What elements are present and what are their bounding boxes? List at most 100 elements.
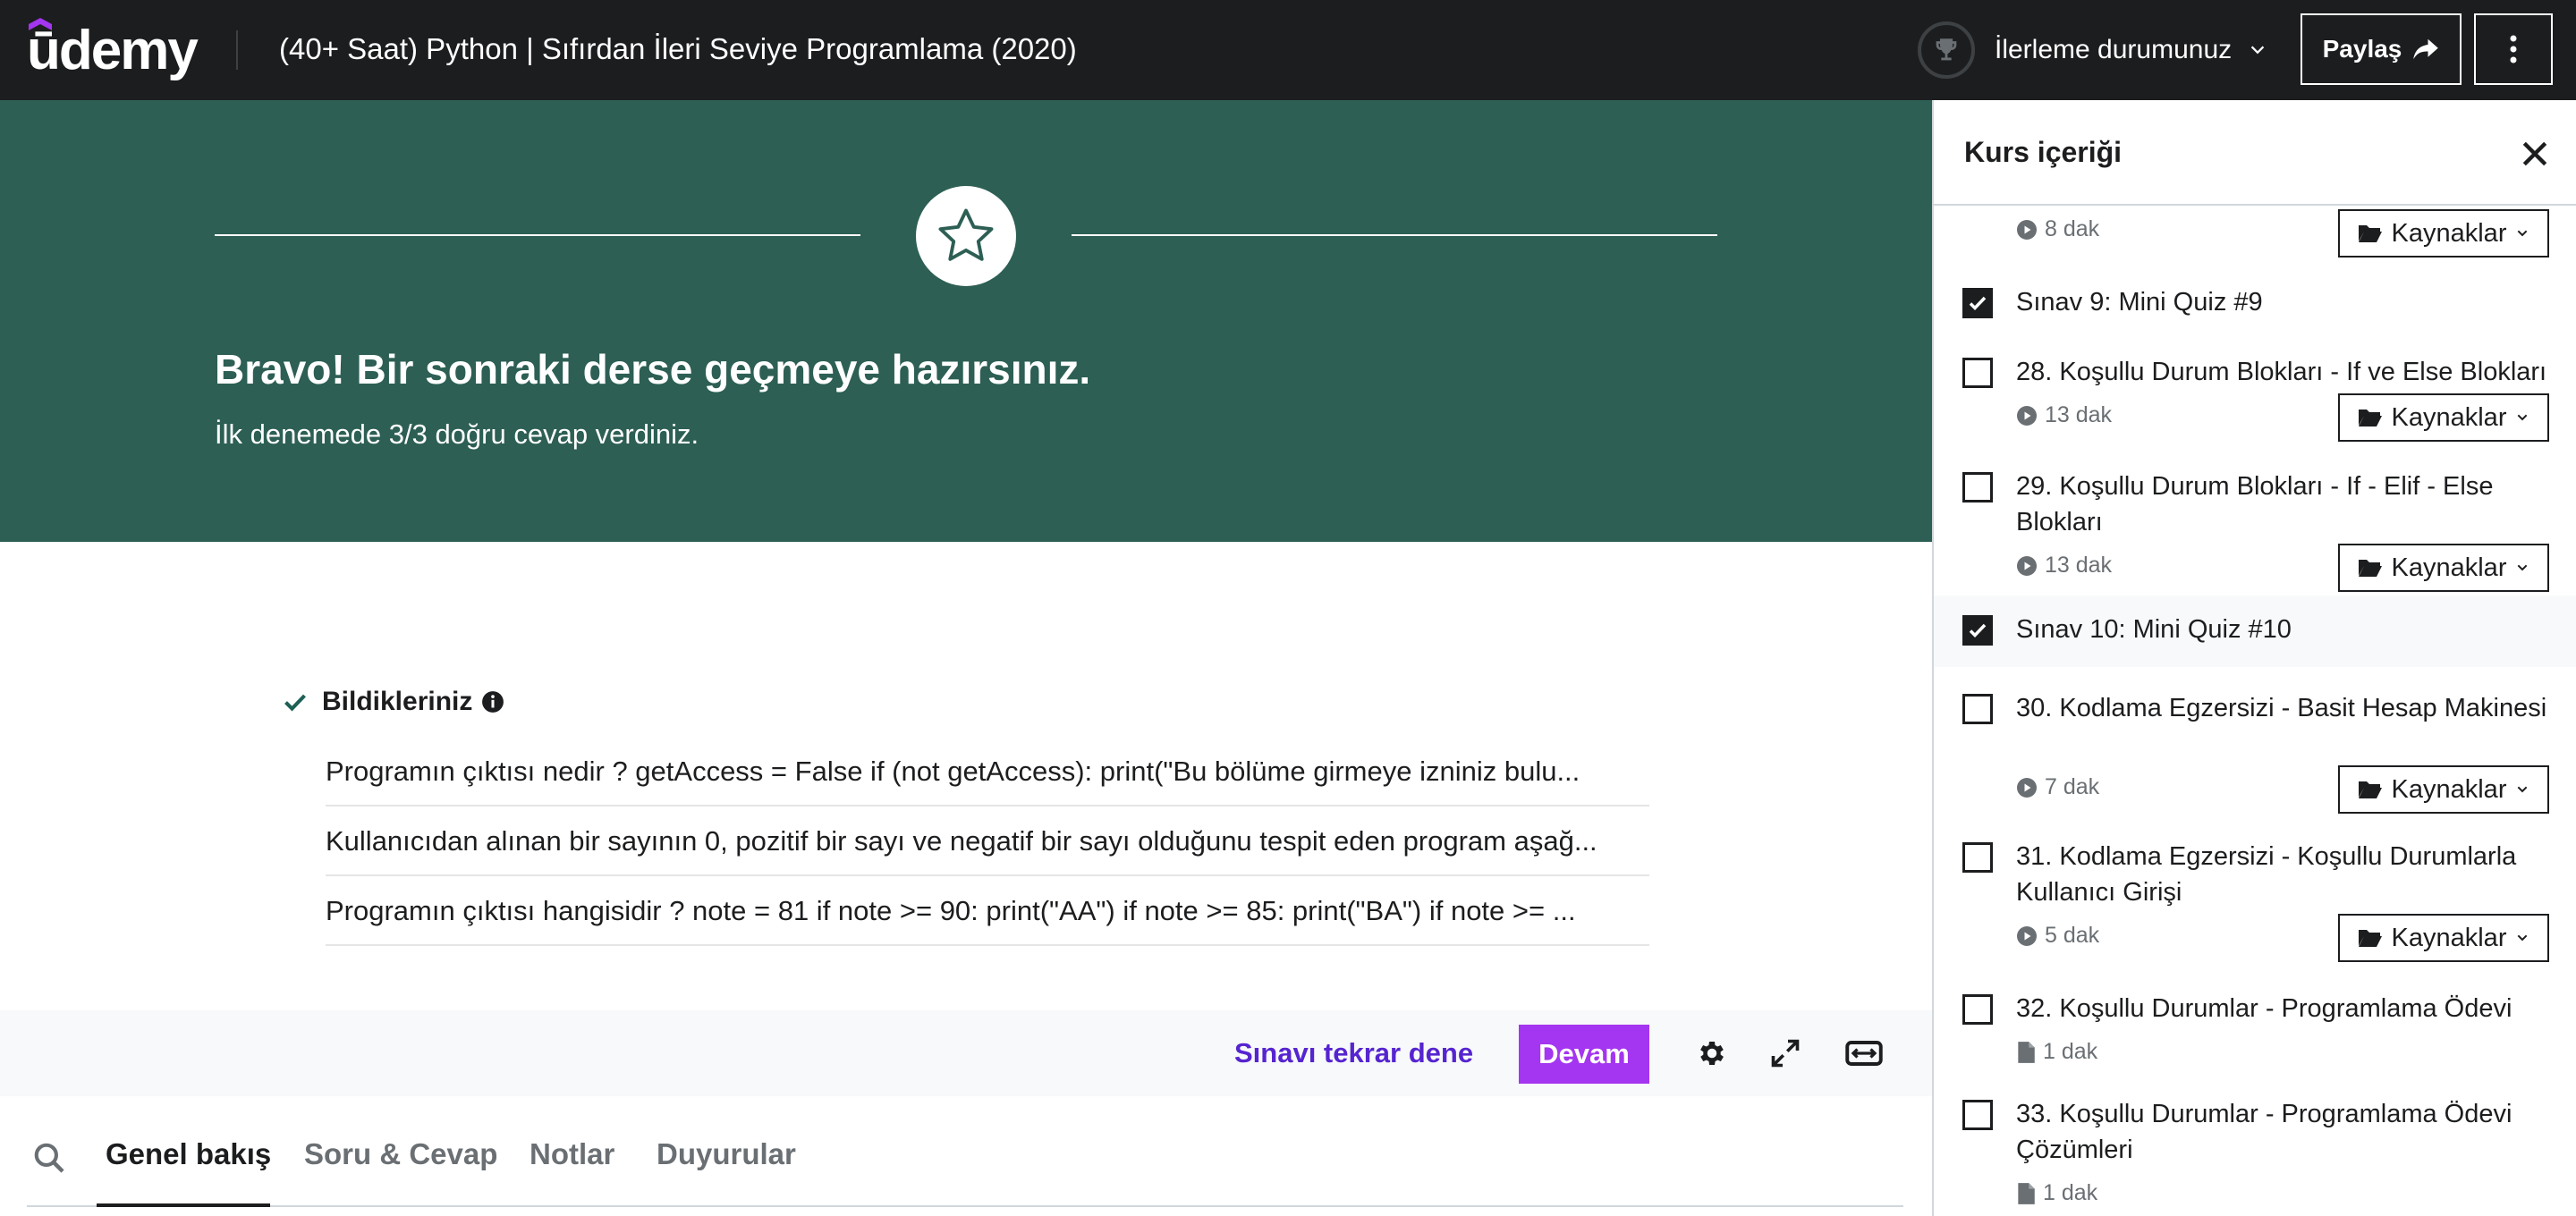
item-duration: 13 dak — [2016, 553, 2112, 578]
player-control-bar: Sınavı tekrar dene Devam — [0, 1010, 1932, 1096]
item-title: 32. Koşullu Durumlar - Programlama Ödevi — [2016, 994, 2512, 1023]
completion-checkbox[interactable] — [1962, 472, 1993, 502]
file-icon — [2018, 1041, 2035, 1063]
fullscreen-button[interactable] — [1767, 1035, 1803, 1071]
theater-mode-button[interactable] — [1844, 1035, 1884, 1071]
trophy-icon — [1936, 38, 1957, 61]
tab-notes[interactable]: Notlar — [530, 1137, 614, 1171]
resources-dropdown[interactable]: Kaynaklar — [2338, 393, 2549, 442]
curriculum-item-quiz-current[interactable]: Sınav 10: Mini Quiz #10 — [1934, 595, 2576, 667]
completion-checkbox[interactable] — [1962, 994, 1993, 1025]
duration-text: 8 dak — [2045, 216, 2100, 241]
item-title: 28. Koşullu Durum Blokları - If ve Else … — [2016, 358, 2547, 386]
play-circle-icon — [2017, 777, 2037, 798]
item-duration: 1 dak — [2016, 1039, 2097, 1065]
curriculum-item[interactable]: 33. Koşullu Durumlar - Programlama Ödevi… — [1934, 1073, 2576, 1216]
vertical-dots-icon — [2510, 35, 2517, 63]
star-badge — [916, 186, 1016, 286]
curriculum-item[interactable]: 28. Koşullu Durum Blokları - If ve Else … — [1934, 342, 2576, 456]
item-duration: 1 dak — [2016, 1180, 2097, 1206]
resources-dropdown[interactable]: Kaynaklar — [2338, 544, 2549, 592]
sidebar-title: Kurs içeriği — [1964, 136, 2123, 168]
resources-label: Kaynaklar — [2391, 218, 2507, 248]
logo-text: ūdemy — [27, 19, 199, 81]
file-icon — [2018, 1182, 2035, 1204]
tab-announcements[interactable]: Duyurular — [657, 1137, 796, 1171]
item-duration: 8 dak — [2016, 216, 2099, 242]
checkmark-icon — [1969, 296, 1987, 311]
check-icon — [284, 694, 306, 712]
hero-divider-right — [1072, 234, 1717, 236]
hero-title: Bravo! Bir sonraki derse geçmeye hazırsı… — [215, 346, 1091, 393]
search-icon[interactable] — [32, 1141, 66, 1175]
duration-text: 7 dak — [2045, 774, 2100, 799]
item-title: Sınav 10: Mini Quiz #10 — [2016, 615, 2292, 644]
resources-label: Kaynaklar — [2391, 923, 2507, 952]
play-circle-icon — [2017, 219, 2037, 240]
tab-qa[interactable]: Soru & Cevap — [304, 1137, 497, 1171]
logo-hat-icon — [29, 18, 52, 30]
chevron-down-icon — [2518, 786, 2528, 793]
completion-checkbox[interactable] — [1962, 615, 1993, 646]
completion-checkbox[interactable] — [1962, 1100, 1993, 1130]
top-header: ūdemy (40+ Saat) Python | Sıfırdan İleri… — [0, 0, 2576, 100]
gear-icon — [1700, 1041, 1724, 1066]
course-content-sidebar: Kurs içeriği 8 dak Kaynaklar Sınav 9: Mi… — [1932, 100, 2576, 1216]
folder-icon — [2358, 560, 2382, 577]
curriculum-item[interactable]: 31. Kodlama Egzersizi - Koşullu Durumlar… — [1934, 817, 2576, 967]
duration-text: 13 dak — [2045, 402, 2113, 427]
folder-icon — [2358, 781, 2382, 798]
course-title[interactable]: (40+ Saat) Python | Sıfırdan İleri Seviy… — [279, 32, 1077, 66]
more-options-button[interactable] — [2474, 13, 2553, 85]
play-circle-icon — [2017, 405, 2037, 426]
retry-quiz-button[interactable]: Sınavı tekrar dene — [1234, 1037, 1473, 1069]
item-title: 29. Koşullu Durum Blokları - If - Elif -… — [2016, 472, 2494, 536]
folder-icon — [2358, 410, 2382, 426]
completion-checkbox[interactable] — [1962, 288, 1993, 318]
chevron-down-icon — [2518, 230, 2528, 237]
continue-button[interactable]: Devam — [1519, 1025, 1649, 1084]
completion-checkbox[interactable] — [1962, 842, 1993, 873]
curriculum-item[interactable]: 32. Koşullu Durumlar - Programlama Ödevi… — [1934, 967, 2576, 1073]
close-icon[interactable] — [2517, 136, 2553, 172]
tabs-bottom-border — [27, 1205, 1903, 1207]
progress-label: İlerleme durumunuz — [1995, 35, 2233, 64]
progress-dropdown[interactable]: İlerleme durumunuz — [1918, 21, 2267, 79]
folder-icon — [2358, 930, 2382, 947]
progress-ring — [1918, 21, 1975, 79]
question-item[interactable]: Kullanıcıdan alınan bir sayının 0, pozit… — [326, 806, 1649, 876]
resources-dropdown[interactable]: Kaynaklar — [2338, 914, 2549, 962]
tab-overview[interactable]: Genel bakış — [106, 1137, 271, 1171]
question-item[interactable]: Programın çıktısı hangisidir ? note = 81… — [326, 876, 1649, 946]
resources-dropdown[interactable]: Kaynaklar — [2338, 765, 2549, 814]
settings-button[interactable] — [1694, 1035, 1730, 1071]
completion-checkbox[interactable] — [1962, 694, 1993, 724]
active-tab-indicator — [97, 1203, 270, 1207]
curriculum-item[interactable]: 8 dak Kaynaklar — [1934, 206, 2576, 270]
item-duration: 13 dak — [2016, 402, 2112, 428]
widen-icon — [1845, 1041, 1883, 1066]
curriculum-item-quiz[interactable]: Sınav 9: Mini Quiz #9 — [1934, 270, 2576, 342]
duration-text: 1 dak — [2043, 1039, 2098, 1064]
share-button[interactable]: Paylaş — [2301, 13, 2462, 85]
resources-dropdown[interactable]: Kaynaklar — [2338, 209, 2549, 258]
info-icon[interactable] — [481, 690, 504, 714]
chevron-down-icon — [2518, 564, 2528, 571]
completion-checkbox[interactable] — [1962, 358, 1993, 388]
quiz-result-hero: Bravo! Bir sonraki derse geçmeye hazırsı… — [0, 100, 1932, 542]
known-questions-list: Programın çıktısı nedir ? getAccess = Fa… — [326, 737, 1649, 946]
play-circle-icon — [2017, 555, 2037, 576]
curriculum-item[interactable]: 29. Koşullu Durum Blokları - If - Elif -… — [1934, 456, 2576, 604]
known-label: Bildikleriniz — [322, 687, 473, 716]
hero-subtitle: İlk denemede 3/3 doğru cevap verdiniz. — [215, 418, 699, 450]
item-duration: 7 dak — [2016, 774, 2099, 800]
chevron-down-icon — [2250, 46, 2265, 55]
item-title: 31. Kodlama Egzersizi - Koşullu Durumlar… — [2016, 842, 2517, 907]
item-duration: 5 dak — [2016, 923, 2099, 949]
udemy-logo[interactable]: ūdemy — [27, 16, 199, 84]
curriculum-item[interactable]: 30. Kodlama Egzersizi - Basit Hesap Maki… — [1934, 667, 2576, 817]
known-section-heading: Bildikleriniz — [283, 687, 504, 717]
question-item[interactable]: Programın çıktısı nedir ? getAccess = Fa… — [326, 737, 1649, 806]
duration-text: 5 dak — [2045, 923, 2100, 948]
sidebar-header: Kurs içeriği — [1934, 100, 2576, 206]
